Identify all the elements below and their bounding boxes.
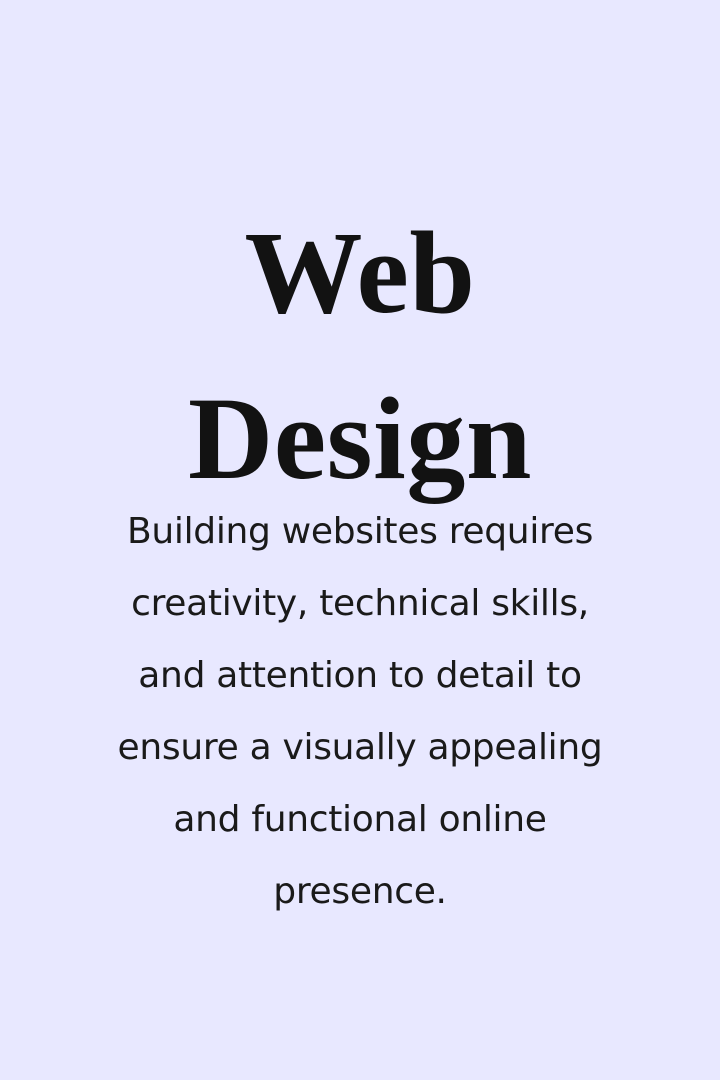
description-line-3: and attention to detail to [138,655,582,696]
poster-card: Web Design Building websites requires cr… [0,0,720,1080]
description-line-5: and functional online [173,799,547,840]
page-title: Web Design [0,190,720,522]
description-line-1: Building websites requires [126,511,594,552]
description-line-6: presence. [273,871,447,912]
description-line-4: ensure a visually appealing [117,727,603,768]
description-line-2: creativity, technical skills, [131,583,589,624]
description-text: Building websites requires creativity, t… [40,496,680,928]
title-line-1: Web [244,207,476,338]
